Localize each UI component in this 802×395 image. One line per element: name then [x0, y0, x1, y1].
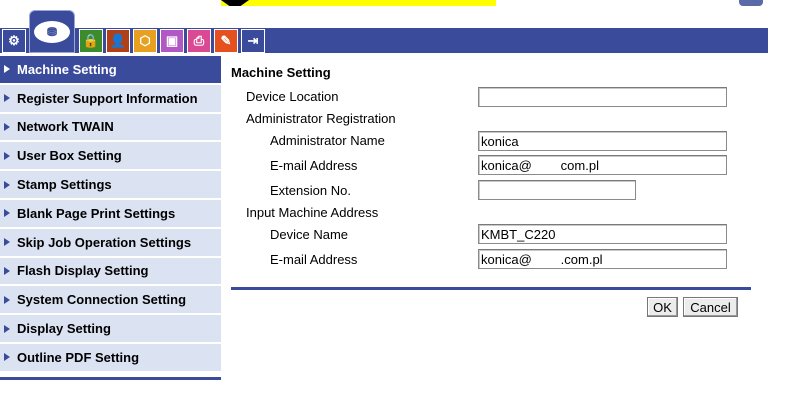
admin-email-input[interactable] — [478, 155, 727, 175]
network-icon: ⬡ — [139, 33, 151, 48]
arrow-right-icon — [4, 151, 10, 160]
sidebar-item-display-setting[interactable]: Display Setting — [0, 315, 221, 342]
arrow-right-icon — [4, 324, 10, 333]
machine-email-input[interactable] — [478, 249, 727, 269]
arrow-right-icon — [4, 353, 10, 362]
tab-user-auth[interactable]: 👤 — [106, 29, 130, 53]
extension-label: Extension No. — [270, 183, 351, 198]
arrow-right-icon — [4, 295, 10, 304]
arrow-right-icon — [4, 209, 10, 218]
device-name-input[interactable] — [478, 224, 727, 244]
tab-print[interactable]: ⎙ — [187, 29, 211, 53]
maintenance-icon: ⛃ — [34, 20, 70, 43]
tab-network[interactable]: ⬡ — [133, 29, 157, 53]
edit-icon: ✎ — [220, 33, 232, 48]
sidebar-item-register-support[interactable]: Register Support Information — [0, 84, 221, 112]
tab-maintenance[interactable]: ⛃ — [29, 10, 75, 53]
arrow-right-icon — [4, 94, 10, 103]
tab-box[interactable]: ▣ — [160, 29, 184, 53]
tab-administration[interactable]: ⚙ — [2, 29, 26, 53]
page-title: Machine Setting — [231, 65, 331, 80]
admin-name-input[interactable] — [478, 131, 727, 151]
logout-icon[interactable] — [739, 0, 763, 6]
extension-input[interactable] — [478, 180, 636, 200]
main-tabs: ⚙ ⛃ 🔒 👤 ⬡ ▣ ⎙ ✎ ⇥ — [2, 10, 268, 53]
print-icon: ⎙ — [193, 33, 205, 48]
arrow-right-icon — [4, 122, 10, 131]
sidebar-item-skip-job[interactable]: Skip Job Operation Settings — [0, 228, 221, 256]
arrow-right-icon — [4, 65, 10, 74]
sidebar-item-stamp-settings[interactable]: Stamp Settings — [0, 171, 221, 198]
export-icon: ⇥ — [247, 33, 259, 48]
arrow-right-icon — [4, 238, 10, 247]
admin-name-label: Administrator Name — [270, 133, 385, 148]
sidebar-item-network-twain[interactable]: Network TWAIN — [0, 113, 221, 141]
sidebar-item-user-box[interactable]: User Box Setting — [0, 142, 221, 170]
admin-email-label: E-mail Address — [270, 158, 358, 173]
sidebar-menu: Machine Setting Register Support Informa… — [0, 56, 221, 373]
logo-mark — [221, 0, 249, 6]
lock-icon: 🔒 — [82, 33, 100, 48]
box-icon: ▣ — [165, 33, 179, 48]
admin-registration-heading: Administrator Registration — [246, 111, 396, 126]
top-highlight-bar — [221, 0, 496, 6]
sidebar-bottom-rule — [0, 377, 221, 380]
sidebar-item-machine-setting[interactable]: Machine Setting — [0, 56, 221, 83]
device-name-label: Device Name — [270, 227, 349, 242]
ok-button[interactable]: OK — [647, 297, 678, 317]
device-location-input[interactable] — [478, 87, 727, 107]
user-card-icon: 👤 — [109, 33, 127, 48]
input-machine-address-heading: Input Machine Address — [246, 205, 379, 220]
arrow-right-icon — [4, 266, 10, 275]
device-location-label: Device Location — [246, 89, 339, 104]
arrow-right-icon — [4, 180, 10, 189]
sidebar-item-flash-display[interactable]: Flash Display Setting — [0, 257, 221, 285]
machine-email-label: E-mail Address — [270, 252, 358, 267]
tab-system[interactable]: ⇥ — [241, 29, 265, 53]
cancel-button[interactable]: Cancel — [683, 297, 738, 317]
tab-store[interactable]: ✎ — [214, 29, 238, 53]
sidebar-item-system-connection[interactable]: System Connection Setting — [0, 286, 221, 314]
sidebar-item-blank-page-print[interactable]: Blank Page Print Settings — [0, 199, 221, 227]
tools-icon: ⚙ — [8, 33, 20, 48]
sidebar-item-outline-pdf[interactable]: Outline PDF Setting — [0, 343, 221, 371]
form-divider — [231, 287, 751, 290]
tab-security[interactable]: 🔒 — [79, 29, 103, 53]
